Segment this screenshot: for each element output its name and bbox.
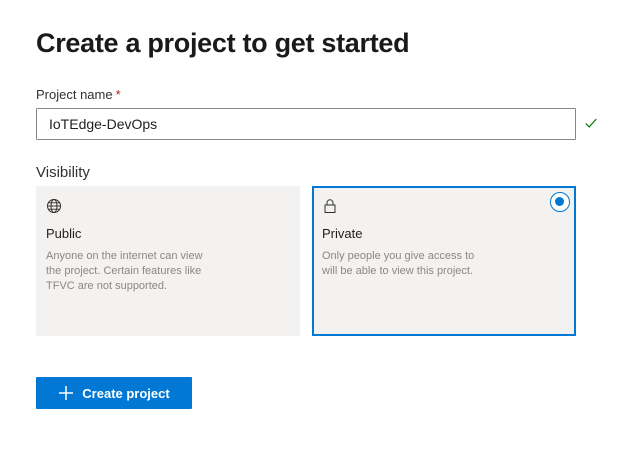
globe-icon [47, 199, 61, 213]
visibility-option-description: Only people you give access to will be a… [322, 250, 475, 277]
create-project-button-label: Create project [82, 385, 170, 401]
visibility-option-private[interactable]: Private Only people you give access to w… [312, 186, 576, 336]
project-name-label-text: Project name [36, 87, 113, 102]
project-name-label: Project name * [36, 87, 121, 102]
selected-radio-indicator[interactable] [550, 192, 570, 212]
lock-icon [324, 199, 336, 213]
check-icon [585, 118, 597, 128]
visibility-label: Visibility [36, 164, 90, 181]
required-marker: * [115, 87, 121, 102]
project-name-input[interactable] [36, 108, 576, 140]
visibility-option-title: Public [46, 226, 82, 241]
plus-icon [59, 386, 74, 400]
visibility-option-public[interactable]: Public Anyone on the internet can view t… [36, 186, 300, 336]
create-project-page: Create a project to get started Project … [0, 0, 619, 455]
visibility-option-title: Private [322, 226, 363, 241]
page-title: Create a project to get started [36, 28, 410, 58]
visibility-option-description: Anyone on the internet can view the proj… [46, 250, 203, 292]
create-project-button[interactable]: Create project [36, 377, 192, 409]
